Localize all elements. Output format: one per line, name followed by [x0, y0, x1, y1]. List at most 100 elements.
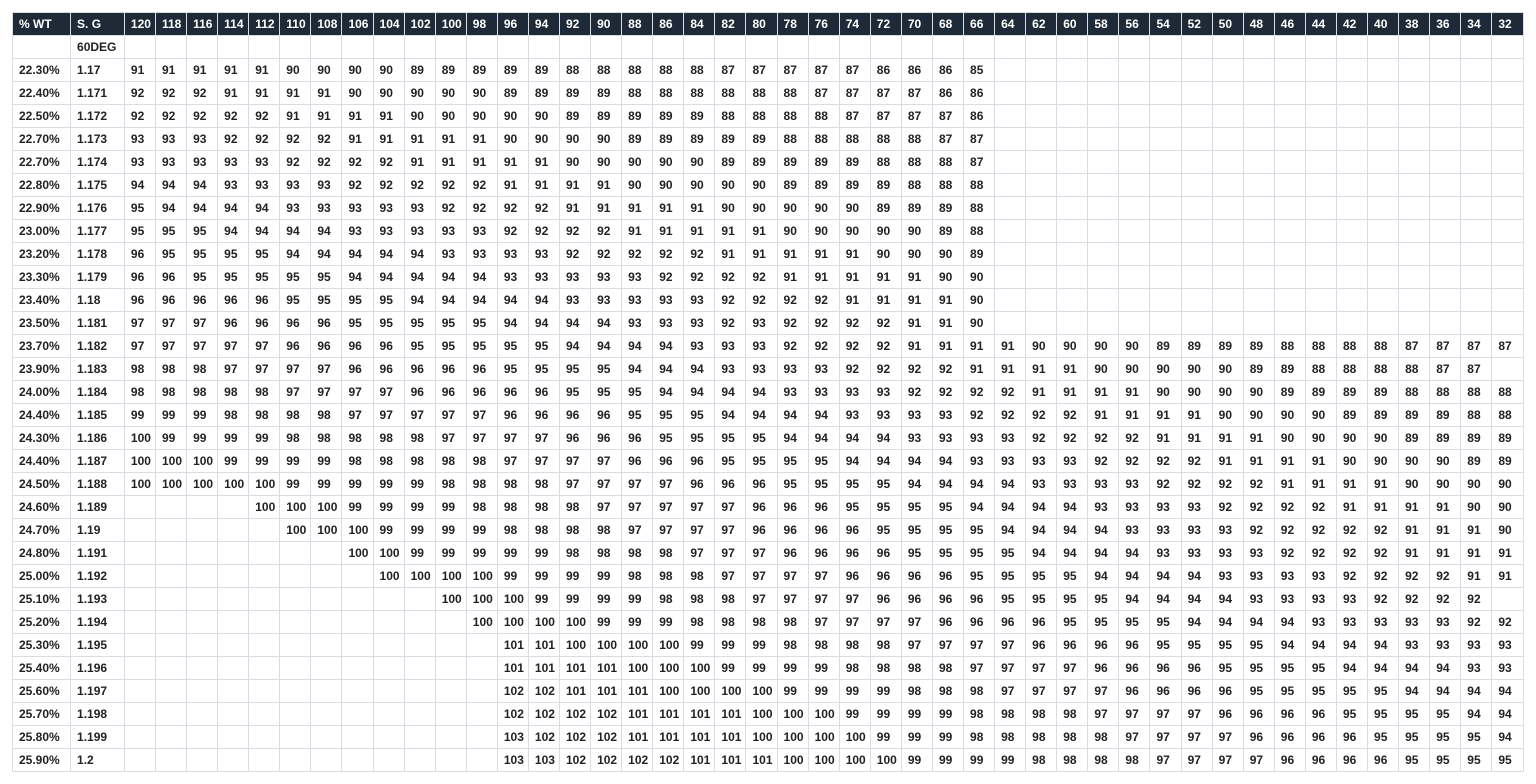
- value-cell: 91: [1212, 427, 1243, 450]
- value-cell: [218, 565, 249, 588]
- value-cell: 96: [591, 427, 622, 450]
- value-cell: 96: [995, 611, 1026, 634]
- value-cell: 98: [435, 450, 466, 473]
- value-cell: 99: [560, 588, 591, 611]
- value-cell: [1026, 151, 1057, 174]
- value-cell: [1181, 151, 1212, 174]
- value-cell: 94: [1026, 542, 1057, 565]
- value-cell: [1492, 358, 1524, 381]
- value-cell: [187, 726, 218, 749]
- wt-cell: 23.50%: [13, 312, 71, 335]
- value-cell: 91: [218, 82, 249, 105]
- value-cell: 98: [311, 404, 342, 427]
- value-cell: 92: [1368, 588, 1399, 611]
- value-cell: [1336, 266, 1367, 289]
- value-cell: 92: [373, 151, 404, 174]
- value-cell: [1368, 105, 1399, 128]
- value-cell: 96: [870, 542, 901, 565]
- value-cell: 90: [932, 266, 963, 289]
- value-cell: 89: [839, 151, 870, 174]
- value-cell: 96: [280, 335, 311, 358]
- value-cell: 98: [560, 496, 591, 519]
- value-cell: [1212, 174, 1243, 197]
- value-cell: 97: [901, 634, 932, 657]
- value-cell: 94: [1088, 519, 1119, 542]
- value-cell: 92: [155, 82, 186, 105]
- value-cell: 90: [280, 59, 311, 82]
- sg-cell: 1.179: [71, 266, 125, 289]
- wt-cell: 25.10%: [13, 588, 71, 611]
- value-cell: 87: [901, 105, 932, 128]
- value-cell: 97: [995, 657, 1026, 680]
- value-cell: 91: [1088, 381, 1119, 404]
- value-cell: 94: [1492, 726, 1524, 749]
- value-cell: 93: [715, 335, 746, 358]
- value-cell: 91: [1181, 427, 1212, 450]
- value-cell: [1274, 128, 1305, 151]
- value-cell: 100: [466, 588, 497, 611]
- value-cell: 94: [311, 243, 342, 266]
- value-cell: 96: [808, 496, 839, 519]
- value-cell: 92: [995, 404, 1026, 427]
- wt-cell: 24.40%: [13, 450, 71, 473]
- value-cell: 89: [870, 197, 901, 220]
- value-cell: [1088, 197, 1119, 220]
- value-cell: 97: [715, 519, 746, 542]
- col-36: 36: [1430, 13, 1461, 36]
- value-cell: [124, 565, 155, 588]
- value-cell: 95: [497, 335, 528, 358]
- value-cell: 90: [777, 197, 808, 220]
- value-cell: 100: [435, 588, 466, 611]
- cell: [1026, 36, 1057, 59]
- value-cell: 100: [653, 680, 684, 703]
- value-cell: 93: [1181, 519, 1212, 542]
- value-cell: 93: [1088, 496, 1119, 519]
- value-cell: 94: [404, 243, 435, 266]
- value-cell: 100: [155, 473, 186, 496]
- value-cell: 91: [560, 174, 591, 197]
- value-cell: 100: [839, 726, 870, 749]
- value-cell: 93: [1274, 565, 1305, 588]
- value-cell: 102: [591, 749, 622, 772]
- value-cell: 100: [342, 542, 373, 565]
- value-cell: 95: [280, 266, 311, 289]
- value-cell: [1181, 289, 1212, 312]
- value-cell: [1305, 197, 1336, 220]
- value-cell: 98: [808, 634, 839, 657]
- value-cell: 101: [591, 657, 622, 680]
- value-cell: [373, 657, 404, 680]
- value-cell: 92: [435, 174, 466, 197]
- value-cell: 91: [653, 220, 684, 243]
- value-cell: [155, 588, 186, 611]
- value-cell: 91: [932, 289, 963, 312]
- value-cell: 99: [870, 703, 901, 726]
- value-cell: 94: [1212, 588, 1243, 611]
- value-cell: 100: [466, 565, 497, 588]
- value-cell: 96: [622, 427, 653, 450]
- value-cell: 97: [622, 473, 653, 496]
- value-cell: 90: [1492, 473, 1524, 496]
- value-cell: [1181, 266, 1212, 289]
- value-cell: [155, 726, 186, 749]
- value-cell: 102: [497, 703, 528, 726]
- value-cell: 86: [932, 82, 963, 105]
- value-cell: 99: [435, 519, 466, 542]
- wt-cell: 22.70%: [13, 128, 71, 151]
- value-cell: 89: [684, 128, 715, 151]
- value-cell: 89: [1274, 358, 1305, 381]
- value-cell: 98: [715, 611, 746, 634]
- value-cell: 89: [1430, 404, 1461, 427]
- value-cell: [1336, 243, 1367, 266]
- value-cell: 95: [404, 335, 435, 358]
- wt-cell: 25.00%: [13, 565, 71, 588]
- cell: [218, 36, 249, 59]
- value-cell: [1274, 312, 1305, 335]
- value-cell: 94: [1461, 703, 1492, 726]
- value-cell: 101: [715, 749, 746, 772]
- value-cell: 92: [218, 128, 249, 151]
- value-cell: 93: [1461, 634, 1492, 657]
- wt-cell: 25.40%: [13, 657, 71, 680]
- sg-cell: 1.18: [71, 289, 125, 312]
- wt-cell: 22.80%: [13, 174, 71, 197]
- value-cell: 94: [995, 519, 1026, 542]
